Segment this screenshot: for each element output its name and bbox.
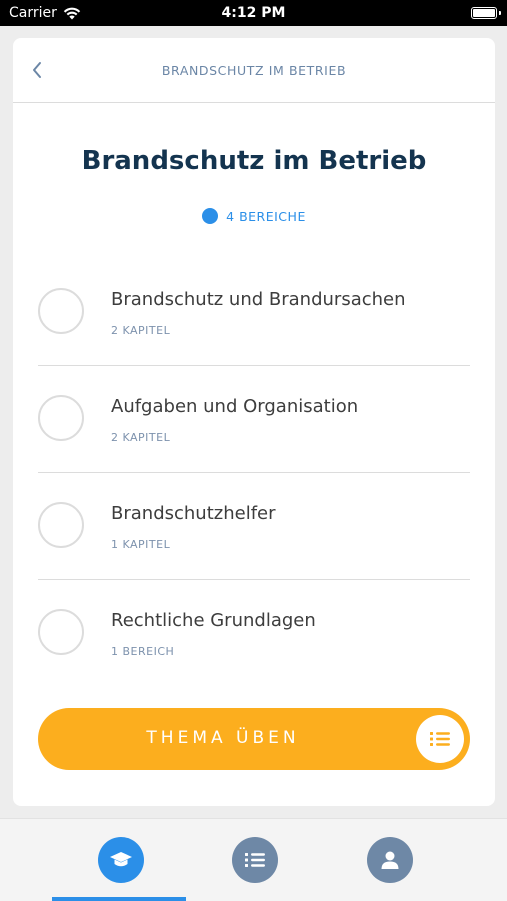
practice-topic-label: THEMA ÜBEN: [146, 728, 300, 748]
list-item-title: Rechtliche Grundlagen: [111, 610, 316, 631]
tab-profile[interactable]: [367, 837, 413, 883]
tab-bar: [0, 818, 507, 901]
list-item[interactable]: Brandschutz und Brandursachen 2 KAPITEL: [38, 259, 470, 366]
graduation-cap-icon: [110, 852, 132, 867]
status-bar: Carrier 4:12 PM: [0, 0, 507, 26]
active-tab-indicator: [52, 897, 186, 901]
list-item-subtitle: 1 BEREICH: [111, 645, 175, 658]
page-title: Brandschutz im Betrieb: [81, 146, 427, 176]
progress-circle-icon: [38, 288, 84, 334]
list-icon: [416, 715, 464, 763]
list-item-title: Brandschutz und Brandursachen: [111, 289, 406, 310]
progress-circle-icon: [38, 502, 84, 548]
list-item-title: Aufgaben und Organisation: [111, 396, 359, 417]
tab-topics[interactable]: [232, 837, 278, 883]
list-item-title: Brandschutzhelfer: [111, 503, 276, 524]
section-count-label: 4 BEREICHE: [226, 208, 306, 224]
battery-icon: [471, 7, 501, 19]
status-dot-icon: [202, 208, 219, 224]
list-item-subtitle: 1 KAPITEL: [111, 538, 171, 551]
nav-title: BRANDSCHUTZ IM BETRIEB: [161, 63, 347, 78]
section-count: 4 BEREICHE: [13, 208, 495, 224]
status-bar-time: 4:12 PM: [221, 5, 286, 21]
list-item-subtitle: 2 KAPITEL: [111, 324, 171, 337]
list-icon: [245, 853, 265, 867]
practice-topic-button[interactable]: THEMA ÜBEN: [38, 708, 470, 770]
content-card: BRANDSCHUTZ IM BETRIEB Brandschutz im Be…: [13, 38, 495, 806]
progress-circle-icon: [38, 609, 84, 655]
nav-bar: BRANDSCHUTZ IM BETRIEB: [13, 38, 495, 103]
list-item[interactable]: Aufgaben und Organisation 2 KAPITEL: [38, 366, 470, 473]
list-item[interactable]: Rechtliche Grundlagen 1 BEREICH: [38, 580, 470, 686]
list-item-subtitle: 2 KAPITEL: [111, 431, 171, 444]
progress-circle-icon: [38, 395, 84, 441]
tab-learn[interactable]: [98, 837, 144, 883]
topic-list: Brandschutz und Brandursachen 2 KAPITEL …: [38, 259, 470, 686]
profile-icon: [381, 851, 399, 869]
list-item[interactable]: Brandschutzhelfer 1 KAPITEL: [38, 473, 470, 580]
